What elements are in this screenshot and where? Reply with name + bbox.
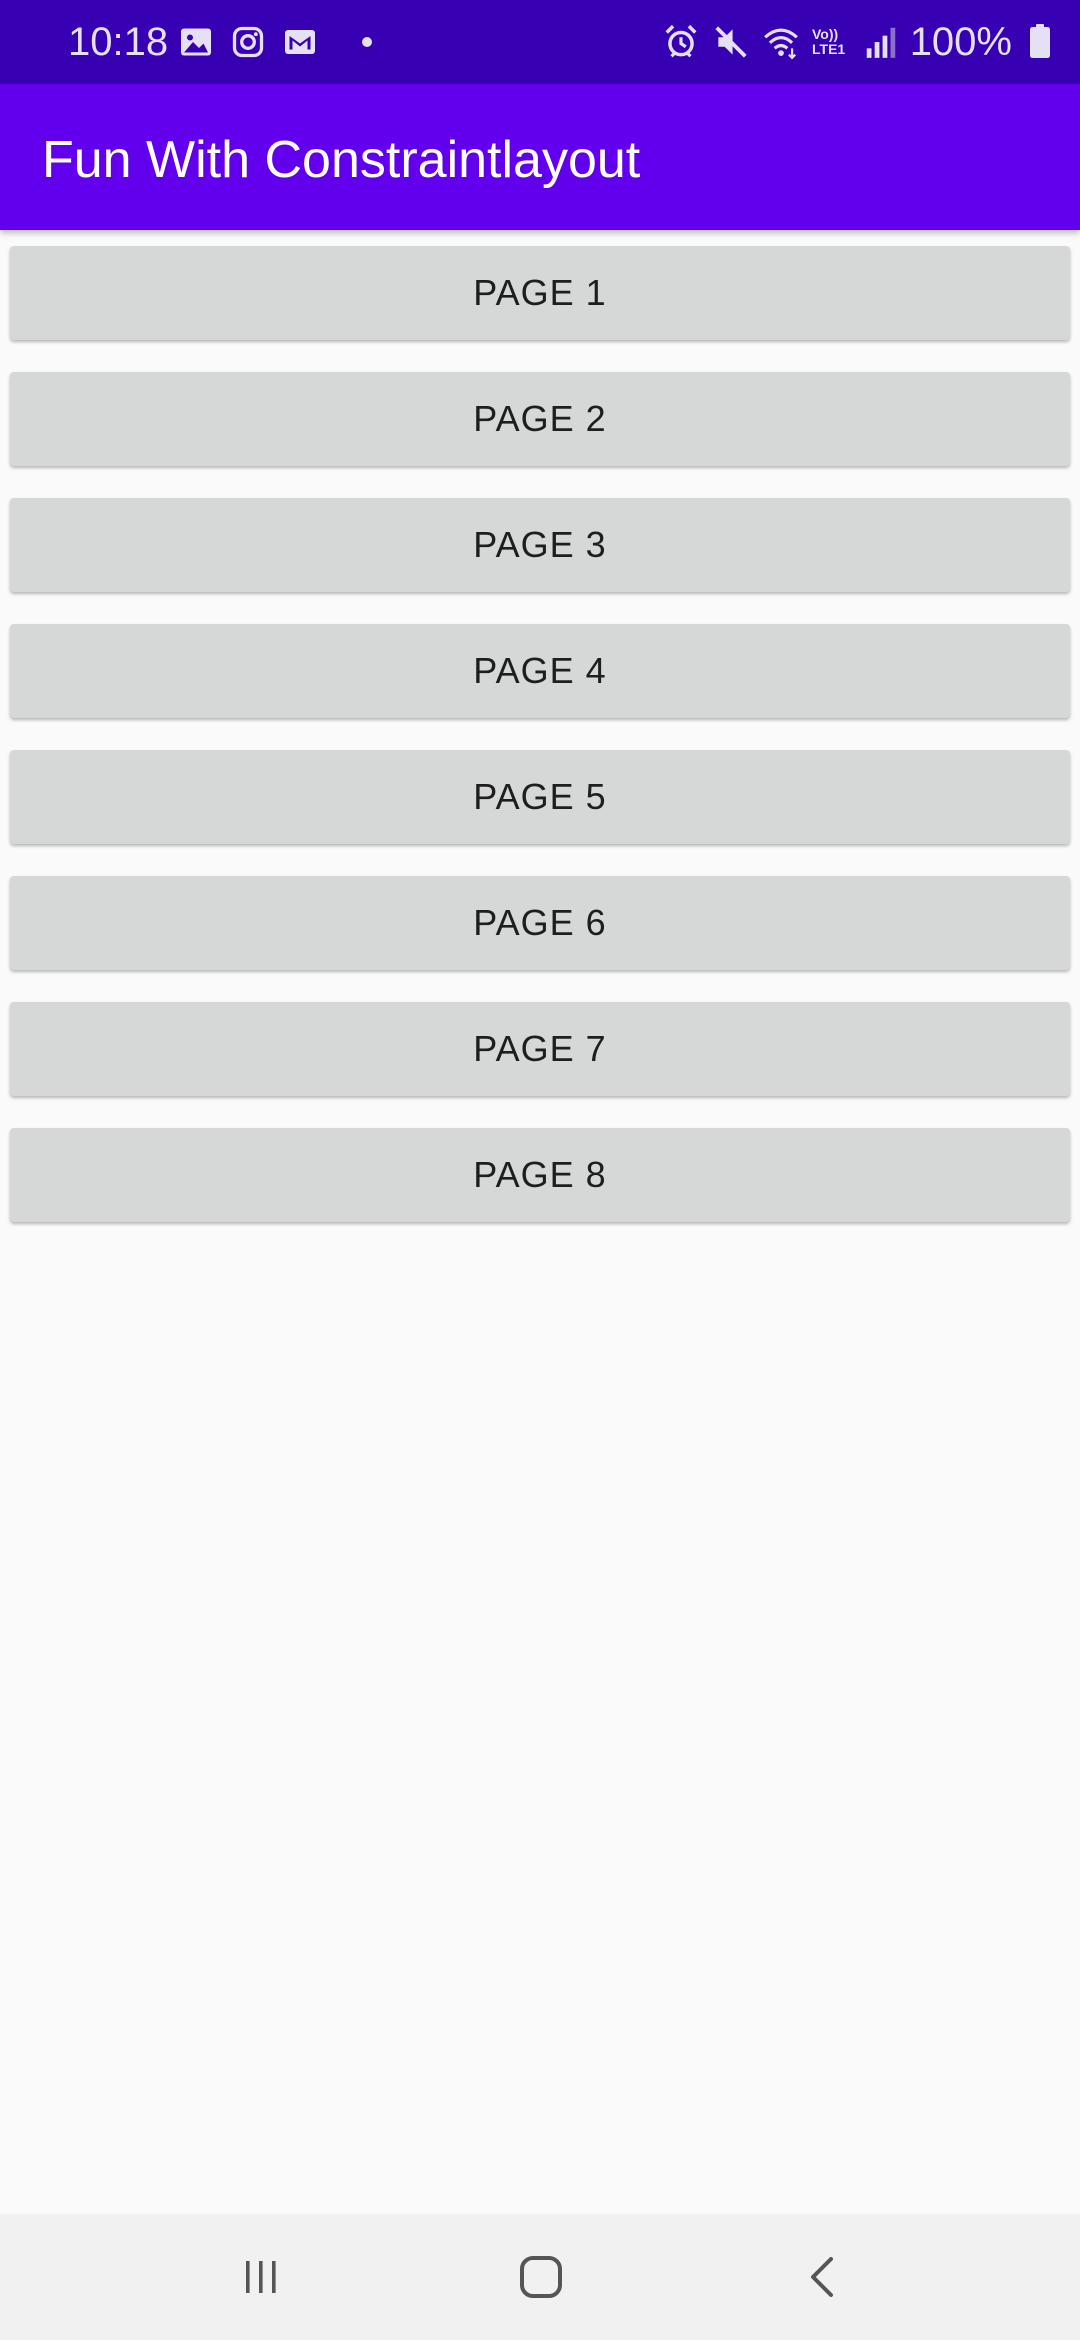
signal-icon [866,27,896,58]
status-bar: 10:18 Vo)) LTE1 100% [0,0,1080,84]
page-3-button[interactable]: PAGE 3 [10,498,1070,592]
page-1-button[interactable]: PAGE 1 [10,246,1070,340]
screen: 10:18 Vo)) LTE1 100% Fun With Constraint… [0,0,1080,2340]
back-button[interactable] [788,2242,858,2312]
page-8-button[interactable]: PAGE 8 [10,1128,1070,1222]
home-button[interactable] [506,2242,576,2312]
page-7-button[interactable]: PAGE 7 [10,1002,1070,1096]
battery-percent: 100% [909,20,1012,64]
wifi-icon [764,28,798,60]
back-icon [811,2257,833,2297]
page-4-button[interactable]: PAGE 4 [10,624,1070,718]
system-icons: Vo)) LTE1 [662,20,900,64]
status-time: 10:18 [68,20,169,64]
app-bar: Fun With Constraintlayout [0,84,1080,230]
recents-button[interactable] [226,2242,296,2312]
page-2-button[interactable]: PAGE 2 [10,372,1070,466]
volte-icon: Vo)) LTE1 [812,27,850,57]
alarm-icon [665,24,697,58]
notification-icons [178,22,372,62]
recents-icon [246,2261,276,2293]
page-6-button[interactable]: PAGE 6 [10,876,1070,970]
page-button-list: PAGE 1 PAGE 2 PAGE 3 PAGE 4 PAGE 5 PAGE … [10,246,1070,1254]
instagram-icon [232,26,264,58]
more-notifications-dot [362,37,372,47]
home-icon [520,2256,562,2298]
app-title: Fun With Constraintlayout [42,131,641,189]
page-5-button[interactable]: PAGE 5 [10,750,1070,844]
battery-icon [1030,24,1050,58]
volte-bottom-label: LTE1 [812,41,846,57]
navigation-bar [0,2214,1080,2340]
gallery-icon [181,28,211,56]
mute-icon [715,26,747,58]
volte-top-label: Vo)) [812,26,839,42]
gmail-icon [285,30,315,54]
